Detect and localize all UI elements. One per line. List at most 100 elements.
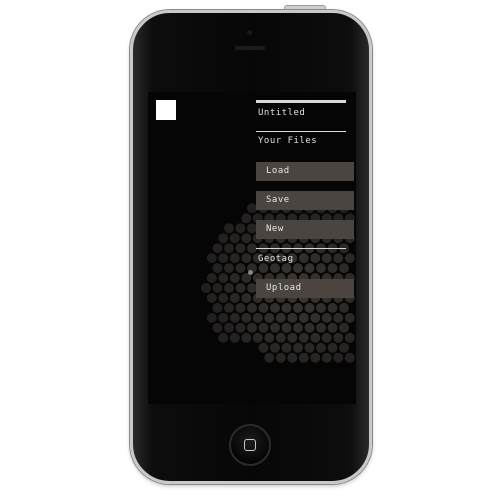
pattern-dot [270, 302, 280, 313]
pattern-dot [258, 302, 269, 313]
pattern-dot [327, 302, 338, 313]
pattern-dot [224, 302, 234, 313]
pattern-dot [316, 342, 326, 353]
pattern-dot [229, 233, 240, 244]
pattern-dot [281, 322, 292, 333]
pattern-dot [235, 243, 246, 254]
pattern-dot [287, 352, 298, 363]
pattern-dot [241, 213, 252, 224]
pattern-dot [258, 322, 269, 333]
pattern-dot [206, 293, 217, 303]
geotag-toggle[interactable]: Geotag [258, 254, 294, 264]
pattern-dot [321, 332, 332, 343]
pattern-dot [229, 253, 240, 264]
pattern-dot [293, 342, 303, 353]
pattern-dot [304, 302, 315, 313]
pattern-dot [316, 322, 326, 333]
your-files-heading: Your Files [258, 136, 318, 146]
pattern-dot [241, 332, 252, 343]
pattern-dot [212, 243, 223, 254]
pattern-dot [224, 223, 234, 234]
pattern-dot [339, 322, 349, 333]
pattern-dot [235, 302, 246, 313]
home-square-icon [244, 439, 256, 451]
pattern-dot [333, 312, 344, 323]
pattern-dot [339, 342, 349, 353]
pattern-dot [241, 312, 252, 323]
pattern-dot [270, 322, 280, 333]
save-button[interactable]: Save [256, 191, 354, 210]
pattern-dot [304, 322, 315, 333]
speaker-grille [235, 46, 265, 50]
pattern-dot [224, 243, 234, 254]
pattern-dot [281, 302, 292, 313]
pattern-dot [252, 332, 263, 343]
pattern-dot [339, 263, 349, 274]
pattern-dot [344, 312, 355, 323]
pattern-dot [293, 263, 303, 274]
pattern-dot [229, 273, 240, 283]
pattern-dot [241, 233, 252, 244]
pattern-dot [264, 332, 275, 343]
app-screen: Untitled Your Files Load Save New Geotag… [148, 92, 356, 404]
pattern-dot [310, 253, 321, 264]
pattern-dot [310, 312, 321, 323]
pattern-dot [264, 352, 275, 363]
pattern-dot [218, 233, 229, 244]
pattern-dot [229, 312, 240, 323]
pattern-dot [224, 283, 234, 293]
pattern-dot [333, 253, 344, 264]
pattern-dot [298, 253, 309, 264]
pattern-dot [235, 223, 246, 234]
pattern-dot [229, 293, 240, 303]
new-button[interactable]: New [256, 220, 354, 239]
pattern-dot [218, 332, 229, 343]
pattern-dot [275, 332, 286, 343]
logo-icon [156, 100, 176, 120]
pattern-dot [287, 332, 298, 343]
pattern-dot [298, 312, 309, 323]
upload-button[interactable]: Upload [256, 279, 354, 298]
pattern-dot [304, 342, 315, 353]
home-button[interactable] [229, 424, 271, 466]
pattern-dot [281, 263, 292, 274]
camera-icon [247, 30, 252, 35]
pattern-dot [218, 293, 229, 303]
pattern-dot [310, 332, 321, 343]
pattern-dot [235, 283, 246, 293]
pattern-dot [241, 253, 252, 264]
pattern-dot [270, 263, 280, 274]
pattern-dot [298, 352, 309, 363]
pattern-dot [321, 253, 332, 264]
pattern-dot [327, 322, 338, 333]
pattern-dot [293, 322, 303, 333]
pattern-dot [310, 352, 321, 363]
pattern-dot [212, 263, 223, 274]
pattern-dot [229, 332, 240, 343]
pattern-dot [247, 302, 257, 313]
menu-divider [256, 248, 346, 249]
pattern-dot [252, 312, 263, 323]
pattern-dot [327, 263, 338, 274]
pattern-dot [293, 302, 303, 313]
pattern-dot [218, 253, 229, 264]
pattern-dot [327, 342, 338, 353]
pattern-dot [235, 322, 246, 333]
pattern-dot [241, 293, 252, 303]
pattern-dot [201, 283, 211, 293]
pattern-dot [212, 283, 223, 293]
pattern-dot [206, 273, 217, 283]
pattern-dot [304, 263, 315, 274]
menu-divider [256, 131, 346, 132]
load-button[interactable]: Load [256, 162, 354, 181]
pattern-dot [333, 332, 344, 343]
pattern-dot [264, 312, 275, 323]
pattern-dot [235, 263, 246, 274]
pattern-dot [333, 352, 344, 363]
pattern-dot [270, 342, 280, 353]
pattern-dot [344, 332, 355, 343]
pattern-dot [316, 302, 326, 313]
pattern-dot [258, 263, 269, 274]
pattern-dot [344, 352, 355, 363]
pattern-dot [224, 322, 234, 333]
